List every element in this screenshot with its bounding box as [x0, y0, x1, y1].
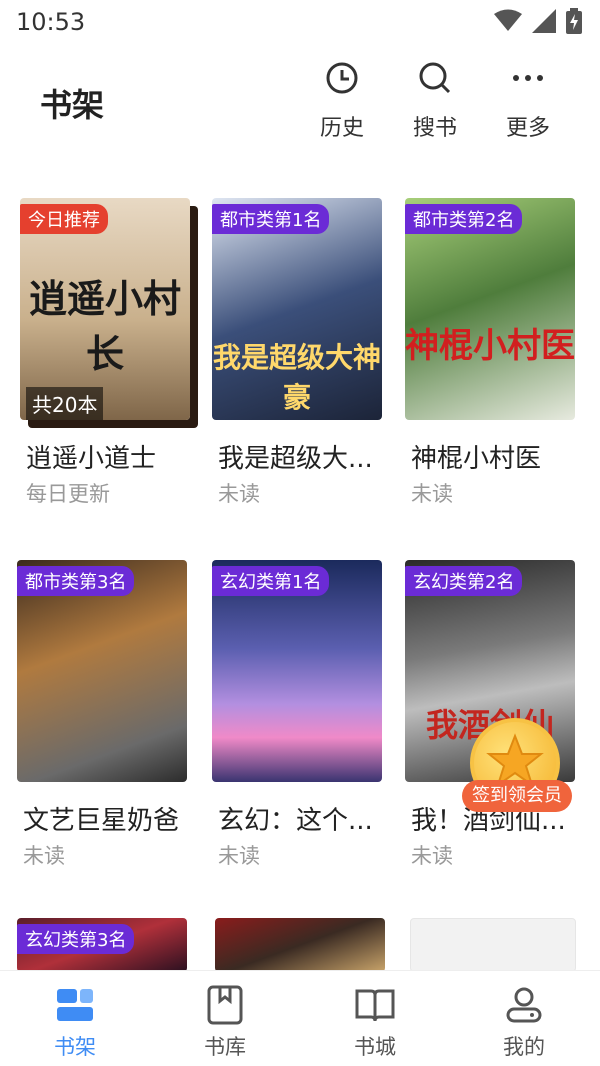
rank-badge: 都市类第3名	[17, 566, 135, 596]
bookstore-icon	[355, 989, 395, 1022]
book-cover: 逍遥小村长 今日推荐 共20本	[20, 198, 190, 420]
clock-icon	[326, 62, 358, 94]
status-bar: 10:53	[0, 0, 600, 48]
nav-profile[interactable]: 我的	[474, 985, 574, 1061]
search-icon	[419, 62, 451, 94]
checkin-member-button[interactable]: 签到领会员	[462, 718, 572, 814]
count-badge: 共20本	[26, 387, 104, 420]
book-status: 每日更新	[26, 482, 110, 506]
nav-library[interactable]: 书库	[175, 985, 275, 1061]
rank-badge: 玄幻类第1名	[212, 566, 330, 596]
nav-label: 书库	[204, 1035, 246, 1059]
checkin-label: 签到领会员	[462, 780, 572, 812]
history-button[interactable]: 历史	[307, 60, 377, 142]
page-title: 书架	[40, 86, 105, 124]
cover-title: 逍遥小村长	[28, 277, 181, 376]
nav-bookshelf[interactable]: 书架	[25, 985, 125, 1061]
book-status: 未读	[411, 482, 453, 506]
nav-bookstore[interactable]: 书城	[325, 985, 425, 1061]
rank-badge: 玄幻类第3名	[17, 924, 135, 954]
book-status: 未读	[411, 844, 453, 868]
nav-label: 书城	[354, 1035, 396, 1059]
book-status: 未读	[23, 844, 65, 868]
more-dots-icon	[513, 75, 543, 81]
book-title: 神棍小村医	[411, 444, 542, 474]
library-icon	[207, 985, 243, 1025]
book-title: 玄幻：这个...	[218, 806, 373, 836]
book-cover	[215, 918, 385, 972]
book-status: 未读	[218, 844, 260, 868]
header: 书架 历史 搜书 更多	[0, 52, 600, 152]
bookshelf-icon	[57, 989, 93, 1021]
book-cover: 我是超级大神豪 都市类第1名	[212, 198, 382, 420]
cover-title: 我是超级大神豪	[212, 341, 381, 414]
rank-badge: 玄幻类第2名	[405, 566, 523, 596]
signal-icon	[532, 9, 556, 33]
nav-label: 书架	[54, 1035, 96, 1059]
cover-title: 神棍小村医	[405, 326, 575, 366]
book-cover: 玄幻类第1名	[212, 560, 382, 782]
status-icons	[494, 8, 582, 34]
battery-icon	[566, 8, 582, 34]
book-title: 我是超级大...	[218, 444, 373, 474]
book-status: 未读	[218, 482, 260, 506]
bottom-nav: 书架 书库 书城 我的	[0, 970, 600, 1066]
search-book-button[interactable]: 搜书	[400, 60, 470, 142]
book-title: 文艺巨星奶爸	[23, 806, 180, 836]
book-cover: 玄幻类第3名	[17, 918, 187, 972]
rank-badge: 都市类第1名	[212, 204, 330, 234]
recommend-badge: 今日推荐	[20, 204, 108, 234]
empty-slot	[410, 918, 576, 972]
nav-label: 我的	[503, 1035, 545, 1059]
book-title: 逍遥小道士	[26, 444, 157, 474]
more-button[interactable]: 更多	[493, 60, 563, 142]
search-book-label: 搜书	[412, 116, 457, 141]
profile-icon	[506, 987, 542, 1023]
wifi-icon	[494, 9, 522, 31]
status-time: 10:53	[16, 8, 86, 36]
history-label: 历史	[319, 116, 364, 141]
book-cover: 都市类第3名	[17, 560, 187, 782]
rank-badge: 都市类第2名	[405, 204, 523, 234]
book-cover: 神棍小村医 都市类第2名	[405, 198, 575, 420]
more-label: 更多	[505, 116, 550, 141]
